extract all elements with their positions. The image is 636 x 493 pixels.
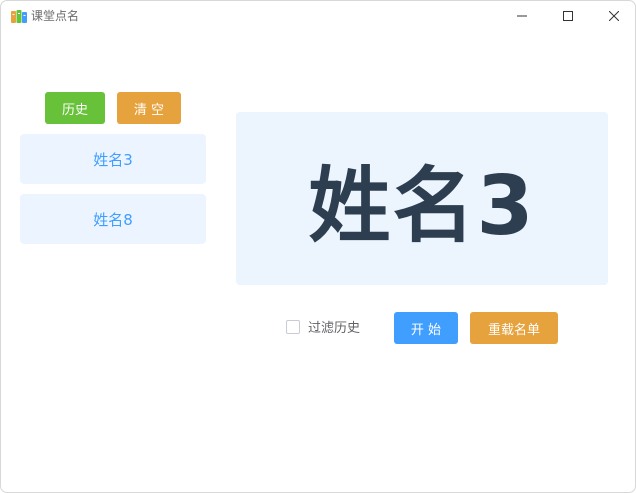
minimize-button[interactable] bbox=[499, 1, 545, 31]
window-title: 课堂点名 bbox=[31, 9, 80, 23]
history-item[interactable]: 姓名8 bbox=[20, 194, 206, 244]
books-icon bbox=[11, 9, 27, 23]
clear-button[interactable]: 清 空 bbox=[117, 92, 181, 124]
start-button[interactable]: 开 始 bbox=[394, 312, 458, 344]
maximize-icon bbox=[563, 11, 573, 21]
current-name: 姓名3 bbox=[308, 159, 536, 254]
title-bar[interactable]: 课堂点名 bbox=[1, 1, 635, 31]
reload-list-button[interactable]: 重载名单 bbox=[470, 312, 558, 344]
app-window: 课堂点名 历史 清 空 姓名3 姓名8 姓名3 过滤历史 开 始 重载名单 bbox=[0, 0, 636, 493]
close-button[interactable] bbox=[591, 1, 635, 31]
history-button[interactable]: 历史 bbox=[45, 92, 105, 124]
filter-history-toggle[interactable]: 过滤历史 bbox=[286, 317, 360, 336]
minimize-icon bbox=[517, 15, 527, 17]
maximize-button[interactable] bbox=[545, 1, 591, 31]
history-item[interactable]: 姓名3 bbox=[20, 134, 206, 184]
name-display-panel: 姓名3 bbox=[236, 112, 608, 285]
close-icon bbox=[609, 11, 619, 21]
filter-history-label: 过滤历史 bbox=[308, 321, 361, 336]
filter-history-checkbox[interactable] bbox=[286, 319, 300, 334]
